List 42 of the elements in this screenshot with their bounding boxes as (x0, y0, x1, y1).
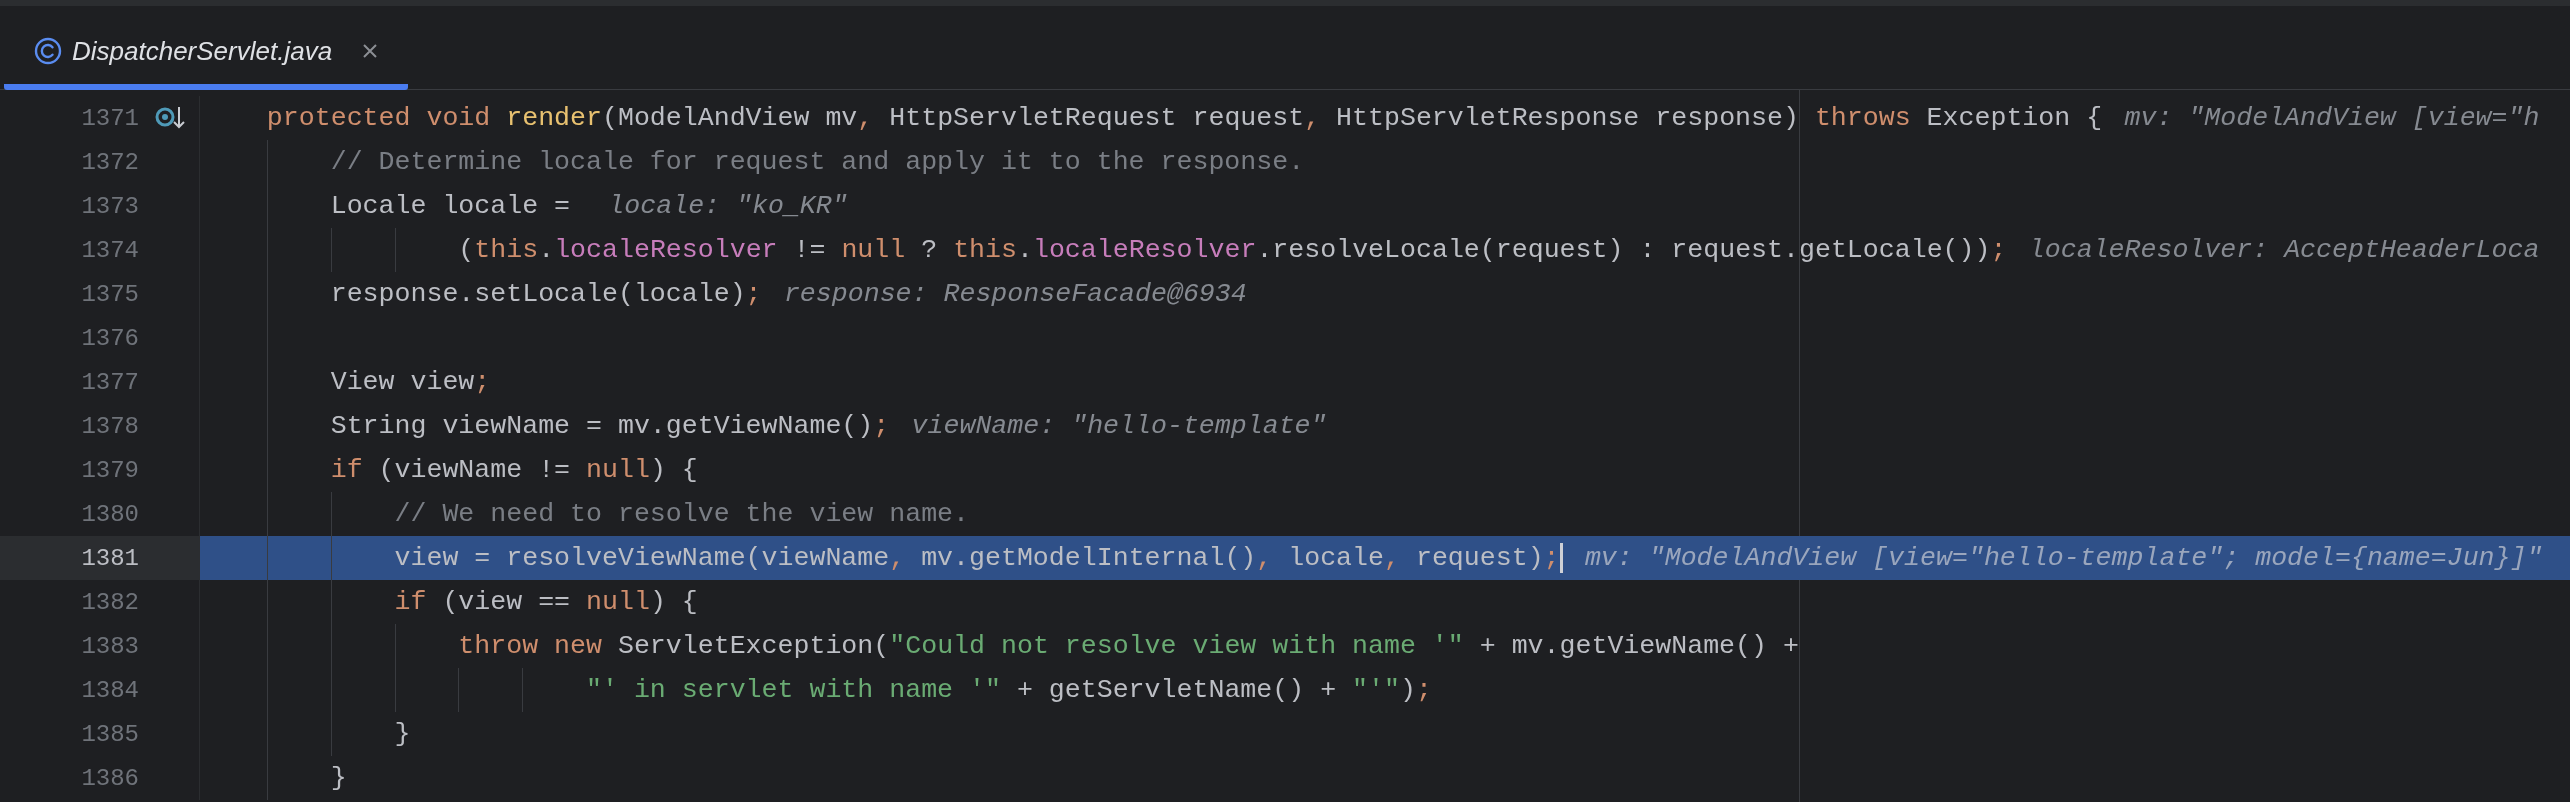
line-number: 1374 (80, 236, 139, 264)
line-number: 1381 (80, 544, 139, 572)
line-number: 1383 (80, 632, 139, 660)
code-line: } (329, 763, 347, 793)
close-icon[interactable] (362, 43, 379, 59)
code-line: View view; (329, 367, 491, 397)
line-number: 1371 (80, 104, 139, 132)
code-line: view = resolveViewName(viewName, mv.getModelInternal(), locale, request); (393, 543, 1560, 573)
target-down-arrow-icon[interactable] (155, 105, 185, 131)
code-line: "' in servlet with name '" + getServletName() + "'"); (585, 675, 1432, 705)
line-number: 1373 (80, 192, 139, 220)
line-number: 1379 (80, 456, 139, 484)
code-line: // Determine locale for request and apply it to the response. (329, 147, 1305, 177)
inline-value-hint: response: ResponseFacade@6934 (783, 279, 1247, 309)
code-line: Locale locale = (329, 191, 572, 221)
line-number: 1380 (80, 500, 139, 528)
editor-tab[interactable]: DispatcherServlet.java (4, 18, 408, 90)
code-line: (this.localeResolver != null ? this.localeResolver.resolveLocale(request) : request.getLocale()); (457, 235, 2007, 265)
inline-value-hint: mv: "ModelAndView [view="h (2124, 103, 2540, 133)
code-line: // We need to resolve the view name. (393, 499, 970, 529)
code-line: } (393, 719, 411, 749)
text-caret (1559, 543, 1563, 573)
line-number: 1376 (80, 324, 139, 352)
inline-value-hint: viewName: "hello-template" (911, 411, 1327, 441)
code-line: response.setLocale(locale); (329, 279, 762, 309)
line-number: 1384 (80, 676, 139, 704)
line-number: 1378 (80, 412, 139, 440)
code-line: throw new ServletException("Could not resolve view with name '" + mv.getViewName() + (457, 631, 1799, 661)
line-number: 1386 (80, 764, 139, 792)
code-line: if (view == null) { (393, 587, 698, 617)
line-number: 1372 (80, 148, 139, 176)
inline-value-hint: localeResolver: AcceptHeaderLoca (2028, 235, 2540, 265)
line-number: 1382 (80, 588, 139, 616)
line-number: 1377 (80, 368, 139, 396)
code-line: String viewName = mv.getViewName(); (329, 411, 890, 441)
circled-c-icon (34, 37, 62, 65)
code-line: protected void render(ModelAndView mv, HttpServletRequest request, HttpServletResponse response) throws Exception { (265, 103, 2103, 133)
inline-value-hint: mv: "ModelAndView [view="hello-template"; model={name=Jun}]" (1584, 543, 2543, 573)
inline-value-hint: locale: "ko_KR" (608, 191, 848, 221)
line-number: 1375 (80, 280, 139, 308)
code-line: if (viewName != null) { (329, 455, 698, 485)
line-number: 1385 (80, 720, 139, 748)
